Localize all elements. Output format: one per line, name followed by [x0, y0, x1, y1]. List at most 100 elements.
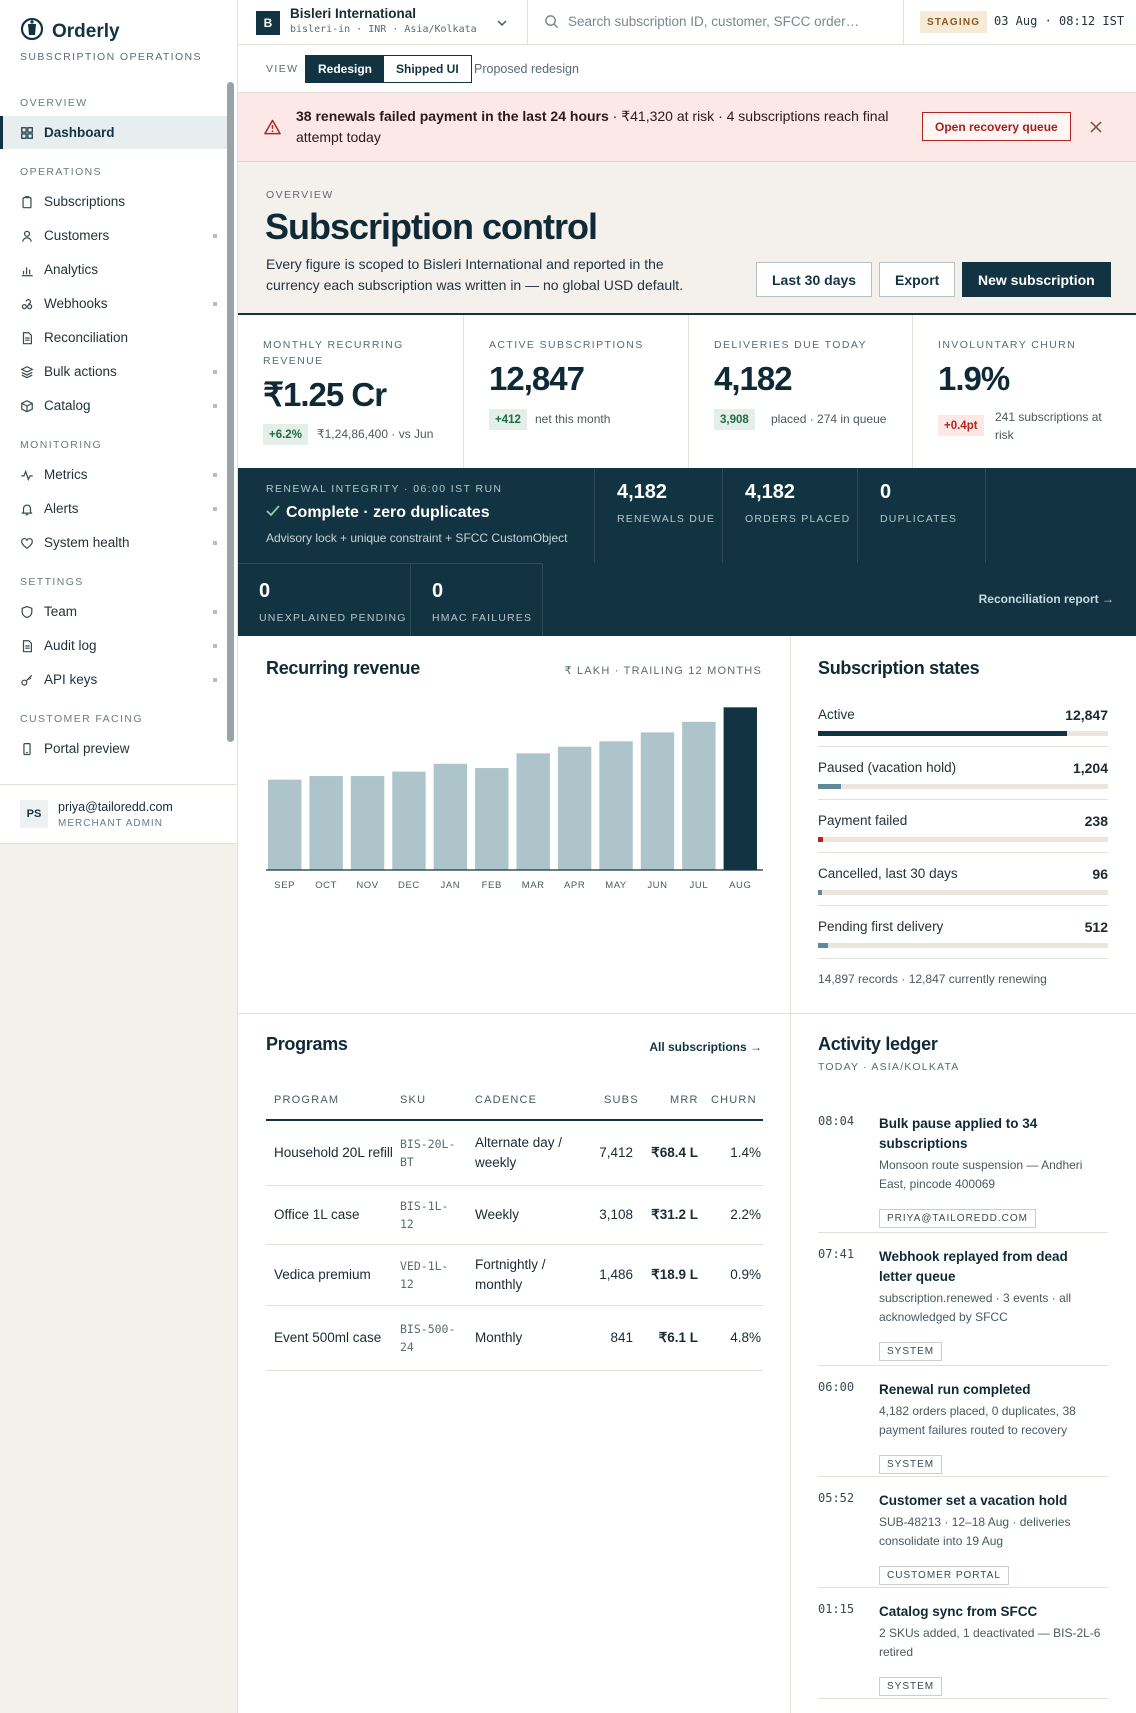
sidebar-item-portal-preview[interactable]: Portal preview	[0, 732, 227, 765]
new-subscription-button[interactable]: New subscription	[962, 262, 1111, 297]
integrity-metric: 0 UNEXPLAINED PENDING	[238, 563, 411, 636]
search-input[interactable]: Search subscription ID, customer, SFCC o…	[568, 14, 859, 29]
bar-chart-icon	[20, 263, 34, 277]
col-cadence[interactable]: CADENCE	[475, 1094, 537, 1106]
open-recovery-queue-button[interactable]: Open recovery queue	[922, 112, 1071, 141]
state-row[interactable]: Payment failed 238	[818, 800, 1108, 853]
logo-icon	[20, 17, 44, 46]
user-card[interactable]: PS priya@tailoredd.com MERCHANT ADMIN	[0, 784, 237, 844]
bar-nov[interactable]	[350, 776, 385, 870]
event-time: 06:00	[818, 1380, 855, 1394]
kpi-delta: 3,908	[714, 409, 755, 430]
brand[interactable]: Orderly	[20, 17, 120, 46]
sidebar-item-api-keys[interactable]: API keys	[0, 663, 227, 696]
x-tick-label: MAR	[522, 880, 545, 891]
ledger-event[interactable]: 06:00 Renewal run completed 4,182 orders p…	[818, 1380, 1108, 1477]
metric-value: 4,182	[745, 481, 796, 503]
org-switcher[interactable]: B Bisleri International bisleri-in · INR…	[238, 0, 528, 45]
state-name: Active	[818, 707, 855, 722]
integrity-title: Complete · zero duplicates	[286, 504, 490, 521]
sidebar-item-team[interactable]: Team	[0, 595, 227, 628]
sidebar-item-system-health[interactable]: System health	[0, 526, 227, 559]
state-row[interactable]: Cancelled, last 30 days 96	[818, 853, 1108, 906]
close-icon[interactable]	[1090, 120, 1102, 138]
bar-jan[interactable]	[433, 763, 468, 870]
cell-mrr: ₹6.1 L	[658, 1330, 698, 1345]
event-title: Renewal run completed	[879, 1382, 1031, 1397]
metric-value: 0	[259, 580, 271, 602]
table-row[interactable]: Vedica premium VED-1L-12 Fortnightly / mon…	[266, 1245, 763, 1306]
sidebar-item-bulk-actions[interactable]: Bulk actions	[0, 355, 227, 388]
col-mrr[interactable]: MRR	[670, 1094, 699, 1106]
bar-jun[interactable]	[640, 732, 675, 870]
view-redesign-button[interactable]: Redesign	[306, 56, 385, 82]
table-row[interactable]: Office 1L case BIS-1L-12 Weekly 3,108 ₹31.2 …	[266, 1186, 763, 1245]
ledger-event[interactable]: 07:41 Webhook replayed from dead letter q…	[818, 1247, 1108, 1366]
ledger-event[interactable]: 08:04 Bulk pause applied to 34 subscripti…	[818, 1114, 1108, 1233]
sidebar-item-reconciliation[interactable]: Reconciliation	[0, 321, 227, 354]
sidebar-item-label: Portal preview	[44, 741, 130, 756]
export-button[interactable]: Export	[879, 262, 956, 297]
sidebar-item-catalog[interactable]: Catalog	[0, 389, 227, 422]
bar-apr[interactable]	[557, 746, 592, 870]
bar-may[interactable]	[599, 741, 633, 870]
ledger-event[interactable]: 01:15 Catalog sync from SFCC 2 SKUs added,…	[818, 1602, 1108, 1699]
bar-aug[interactable]	[723, 707, 757, 870]
cell-sku: BIS-500-24	[400, 1322, 456, 1354]
date-range-button[interactable]: Last 30 days	[756, 262, 873, 297]
table-row[interactable]: Event 500ml case BIS-500-24 Monthly 841 ₹6.1…	[266, 1306, 763, 1371]
check-icon	[266, 504, 280, 522]
states-title: Subscription states	[818, 658, 980, 678]
table-row[interactable]: Household 20L refill BIS-20L-BT Alternate …	[266, 1121, 763, 1186]
event-description: SUB-48213 · 12–18 Aug · deliveries conso…	[879, 1515, 1071, 1548]
more-dot-icon	[213, 507, 217, 511]
sidebar-item-webhooks[interactable]: Webhooks	[0, 287, 227, 320]
kpi-note: 241 subscriptions at risk	[995, 410, 1102, 442]
sidebar-item-label: Catalog	[44, 398, 91, 413]
metric-value: 0	[432, 580, 444, 602]
col-program[interactable]: PROGRAM	[274, 1094, 339, 1106]
state-row[interactable]: Paused (vacation hold) 1,204	[818, 747, 1108, 800]
integrity-status: Complete · zero duplicates	[266, 504, 490, 522]
sidebar-item-metrics[interactable]: Metrics	[0, 458, 227, 491]
revenue-bar-chart: SEP OCT NOV DEC JAN FEB MAR APR MAY JUN JUL AUG	[266, 707, 763, 891]
sidebar-scrollbar[interactable]	[227, 82, 234, 742]
ledger-event[interactable]: 05:52 Customer set a vacation hold SUB-482…	[818, 1491, 1108, 1588]
sidebar-item-dashboard[interactable]: Dashboard	[0, 116, 227, 149]
bar-dec[interactable]	[392, 771, 426, 870]
sidebar-item-subscriptions[interactable]: Subscriptions	[0, 185, 227, 218]
sidebar-item-audit-log[interactable]: Audit log	[0, 629, 227, 662]
x-tick-label: JUN	[647, 880, 667, 891]
col-sku[interactable]: SKU	[400, 1094, 426, 1106]
search-bar[interactable]: Search subscription ID, customer, SFCC o…	[528, 0, 904, 45]
bar-oct[interactable]	[309, 776, 343, 870]
all-subscriptions-link[interactable]: All subscriptions →	[649, 1040, 762, 1054]
bar-jul[interactable]	[682, 721, 716, 870]
kpi-delta: +412	[489, 409, 527, 430]
metric-label: UNEXPLAINED PENDING	[259, 612, 407, 624]
sidebar-item-label: Customers	[44, 228, 110, 243]
kpi-deliveries-due: DELIVERIES DUE TODAY 4,182 3,908 placed …	[689, 315, 913, 468]
kpi-strip: MONTHLY RECURRING REVENUE ₹1.25 Cr +6.2%…	[238, 315, 1136, 468]
reconciliation-report-link[interactable]: Reconciliation report →	[979, 592, 1114, 606]
event-title: Webhook replayed from dead letter queue	[879, 1249, 1068, 1284]
ledger-title: Activity ledger	[818, 1034, 938, 1054]
cell-sku: BIS-1L-12	[400, 1199, 449, 1231]
sidebar-item-alerts[interactable]: Alerts	[0, 492, 227, 525]
bar-mar[interactable]	[516, 753, 550, 870]
cell-cadence: Alternate day / weekly	[475, 1135, 563, 1170]
bar-feb[interactable]	[475, 768, 509, 870]
col-subs[interactable]: SUBS	[604, 1094, 639, 1106]
kpi-label: MONTHLY RECURRING REVENUE	[263, 339, 404, 367]
state-value: 1,204	[1072, 760, 1108, 776]
bar-sep[interactable]	[268, 779, 302, 870]
sidebar-item-label: API keys	[44, 672, 98, 687]
integrity-eyebrow: RENEWAL INTEGRITY · 06:00 IST RUN	[266, 483, 503, 495]
sidebar-item-customers[interactable]: Customers	[0, 219, 227, 252]
event-description: Monsoon route suspension — Andheri East,…	[879, 1158, 1083, 1191]
state-row[interactable]: Active 12,847	[818, 694, 1108, 747]
col-churn[interactable]: CHURN	[711, 1094, 757, 1106]
view-shipped-button[interactable]: Shipped UI	[384, 56, 471, 82]
sidebar-item-analytics[interactable]: Analytics	[0, 253, 227, 286]
state-row[interactable]: Pending first delivery 512	[818, 906, 1108, 959]
